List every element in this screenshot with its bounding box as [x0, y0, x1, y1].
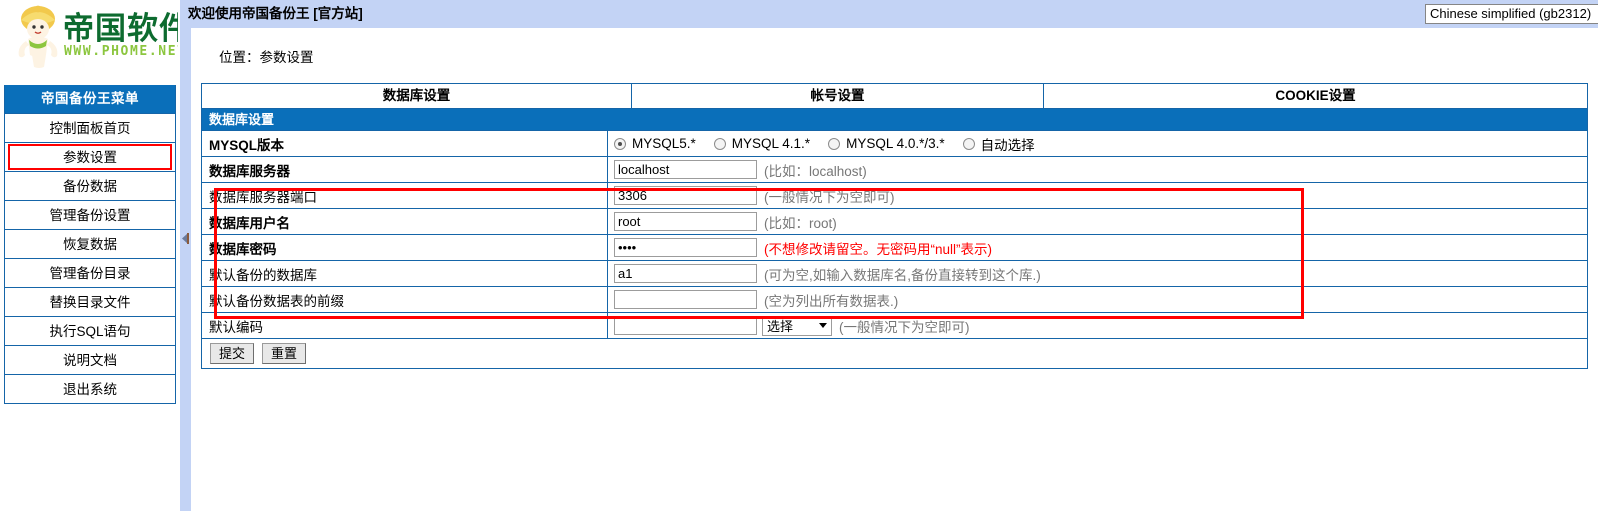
settings-tabs: 数据库设置 帐号设置 COOKIE设置	[201, 83, 1588, 109]
radio-mysql41-label: MYSQL 4.1.*	[731, 136, 811, 151]
sidebar-menu: 帝国备份王菜单 控制面板首页 参数设置 备份数据 管理备份设置 恢复数据 管理备…	[4, 85, 176, 404]
table-prefix-input[interactable]	[614, 290, 757, 309]
tab-database-settings[interactable]: 数据库设置	[202, 84, 631, 108]
label-db-password: 数据库密码	[209, 241, 277, 257]
site-logo: 帝国软件 WWW.PHOME.NET	[0, 0, 180, 72]
submit-button[interactable]: 提交	[210, 343, 255, 364]
radio-mysql40-3[interactable]: MYSQL 4.0.*/3.*	[828, 136, 945, 151]
form-row-db-password: 数据库密码 (不想修改请留空。无密码用“null”表示)	[202, 234, 1587, 261]
form-row-table-prefix: 默认备份数据表的前缀 (空为列出所有数据表.)	[202, 286, 1587, 313]
default-database-input[interactable]	[614, 264, 757, 283]
db-username-input[interactable]	[614, 212, 757, 231]
sidebar-item-restore-data[interactable]: 恢复数据	[5, 229, 175, 258]
encoding-select-value: 选择	[767, 319, 794, 334]
hint-db-username: (比如：root)	[764, 215, 837, 231]
reset-button[interactable]: 重置	[262, 343, 307, 364]
radio-auto-select-label: 自动选择	[980, 137, 1035, 153]
sidebar-item-manage-backup-directory[interactable]: 管理备份目录	[5, 258, 175, 287]
encoding-select[interactable]: 选择	[762, 315, 832, 336]
hint-db-port: (一般情况下为空即可)	[764, 189, 895, 205]
hint-table-prefix: (空为列出所有数据表.)	[764, 293, 899, 309]
tab-account-settings[interactable]: 帐号设置	[631, 84, 1043, 108]
form-row-default-database: 默认备份的数据库 (可为空,如输入数据库名,备份直接转到这个库.)	[202, 260, 1587, 287]
sidebar-item-backup-data[interactable]: 备份数据	[5, 171, 175, 200]
label-db-server: 数据库服务器	[209, 163, 290, 179]
db-password-input[interactable]	[614, 238, 757, 257]
chevron-down-icon[interactable]	[819, 322, 827, 328]
hint-default-encoding: (一般情况下为空即可)	[839, 319, 970, 335]
radio-mysql5-icon[interactable]	[614, 137, 626, 150]
radio-mysql5-label: MYSQL5.*	[632, 136, 696, 151]
sidebar-item-control-panel[interactable]: 控制面板首页	[5, 113, 175, 142]
hint-db-server: (比如：localhost)	[764, 163, 867, 179]
hint-default-database: (可为空,如输入数据库名,备份直接转到这个库.)	[764, 267, 1041, 283]
sidebar-item-logout[interactable]: 退出系统	[5, 374, 175, 403]
db-port-input[interactable]	[614, 186, 757, 205]
sidebar-menu-title: 帝国备份王菜单	[5, 85, 175, 113]
collapse-sidebar-icon[interactable]	[182, 233, 189, 244]
label-table-prefix: 默认备份数据表的前缀	[209, 293, 344, 309]
main-content: 位置：参数设置 数据库设置 帐号设置 COOKIE设置 数据库设置 MYSQL版…	[191, 28, 1598, 511]
db-server-input[interactable]	[614, 160, 757, 179]
sidebar-item-documentation[interactable]: 说明文档	[5, 345, 175, 374]
radio-mysql41-icon[interactable]	[713, 137, 726, 150]
radio-mysql40-3-label: MYSQL 4.0.*/3.*	[846, 136, 945, 151]
label-db-port: 数据库服务器端口	[209, 189, 317, 205]
top-bar: 欢迎使用帝国备份王 [官方站] Chinese simplified (gb23…	[180, 0, 1598, 28]
radio-mysql5[interactable]: MYSQL5.*	[614, 136, 696, 151]
sidebar-item-manage-backup-settings[interactable]: 管理备份设置	[5, 200, 175, 229]
form-actions: 提交 重置	[202, 338, 1587, 368]
form-row-mysql-version: MYSQL版本 MYSQL5.* MYSQL 4.1.* MYSQL 4.0.*…	[202, 130, 1587, 157]
svg-text:帝国软件: 帝国软件	[63, 11, 178, 47]
page-root: 帝国软件 WWW.PHOME.NET 帝国备份王菜单 控制面板首页 参数设置 备…	[0, 0, 1598, 511]
radio-auto-select-icon[interactable]	[962, 137, 975, 150]
label-mysql-version: MYSQL版本	[209, 137, 285, 153]
label-default-database: 默认备份的数据库	[209, 267, 317, 283]
logo-image: 帝国软件 WWW.PHOME.NET	[18, 5, 178, 68]
tab-cookie-settings[interactable]: COOKIE设置	[1043, 84, 1587, 108]
radio-mysql40-3-icon[interactable]	[828, 137, 841, 150]
svg-text:WWW.PHOME.NET: WWW.PHOME.NET	[64, 44, 178, 59]
hint-db-password: (不想修改请留空。无密码用“null”表示)	[764, 241, 992, 257]
app-title: 欢迎使用帝国备份王 [官方站]	[188, 6, 363, 21]
form-row-default-encoding: 默认编码 选择 (一般情况下为空即可)	[202, 312, 1587, 339]
sidebar-item-execute-sql[interactable]: 执行SQL语句	[5, 316, 175, 345]
language-select[interactable]: Chinese simplified (gb2312)	[1425, 4, 1598, 24]
database-settings-form: 数据库设置 MYSQL版本 MYSQL5.* MYSQL 4.1.* MYSQL…	[201, 109, 1588, 369]
label-db-username: 数据库用户名	[209, 215, 290, 231]
default-encoding-input[interactable]	[614, 316, 757, 335]
radio-mysql41[interactable]: MYSQL 4.1.*	[713, 136, 811, 151]
sidebar: 帝国软件 WWW.PHOME.NET 帝国备份王菜单 控制面板首页 参数设置 备…	[0, 0, 180, 511]
form-row-db-port: 数据库服务器端口 (一般情况下为空即可)	[202, 182, 1587, 209]
form-row-db-server: 数据库服务器 (比如：localhost)	[202, 156, 1587, 183]
sidebar-splitter[interactable]	[180, 28, 191, 511]
sidebar-item-parameter-settings[interactable]: 参数设置	[5, 142, 175, 171]
form-row-db-username: 数据库用户名 (比如：root)	[202, 208, 1587, 235]
section-title: 数据库设置	[202, 109, 1587, 130]
label-default-encoding: 默认编码	[209, 319, 263, 335]
breadcrumb: 位置：参数设置	[219, 50, 314, 65]
sidebar-item-replace-directory-files[interactable]: 替换目录文件	[5, 287, 175, 316]
radio-auto-select[interactable]: 自动选择	[962, 134, 1035, 154]
mysql-version-radio-group: MYSQL5.* MYSQL 4.1.* MYSQL 4.0.*/3.* 自动选…	[614, 134, 1053, 154]
